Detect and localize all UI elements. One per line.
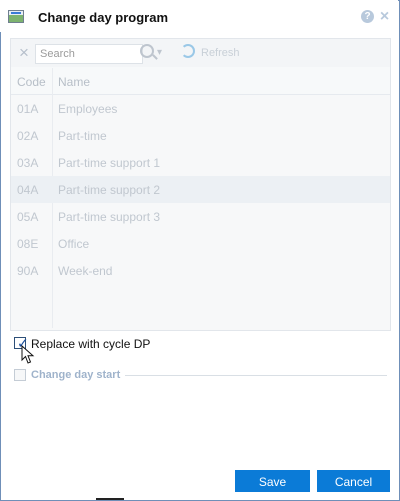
column-name-header[interactable]: Name [58,75,90,89]
table-row[interactable]: 08E Office [11,230,390,257]
row-name: Part-time support 3 [58,210,161,224]
row-name: Part-time support 1 [58,156,161,170]
refresh-button-label[interactable]: Refresh [201,47,240,59]
save-button[interactable]: Save [235,470,310,492]
column-code-header[interactable]: Code [17,75,46,89]
row-code: 02A [17,129,39,143]
table-row-selected[interactable]: 04A Part-time support 2 [11,176,390,203]
row-code: 04A [17,183,39,197]
row-code: 05A [17,210,39,224]
row-code: 01A [17,102,39,116]
dropdown-icon[interactable]: ▾ [157,47,162,58]
help-icon[interactable]: ? [361,10,374,23]
row-name: Week-end [58,264,113,278]
clear-icon[interactable]: × [19,44,29,61]
row-name: Office [58,237,90,251]
table-row[interactable]: 01A Employees [11,95,390,122]
search-icon[interactable] [140,44,154,58]
row-code: 08E [17,237,39,251]
dialog-title: Change day program [38,10,169,25]
row-name: Employees [58,102,118,116]
program-icon [8,10,24,23]
table-row[interactable]: 05A Part-time support 3 [11,203,390,230]
replace-with-cycle-label[interactable]: Replace with cycle DP [31,337,150,351]
change-day-start-label: Change day start [31,369,121,381]
refresh-icon[interactable] [181,44,195,58]
change-day-start-checkbox [14,369,26,381]
bottom-edge-marker [96,498,124,500]
close-icon[interactable]: × [378,9,391,25]
table-row[interactable]: 03A Part-time support 1 [11,149,390,176]
row-code: 03A [17,156,39,170]
row-name: Part-time support 2 [58,183,161,197]
mouse-pointer-icon [21,345,35,364]
table-row[interactable]: 90A Week-end [11,257,390,284]
cancel-button[interactable]: Cancel [317,470,390,492]
table-row[interactable]: 02A Part-time [11,122,390,149]
day-program-grid: × ▾ Refresh Code Name 01A Employees 02A … [10,38,391,331]
row-name: Part-time [58,129,107,143]
title-bar: Change day program ? × [0,0,398,32]
grid-toolbar: × ▾ Refresh [11,39,390,68]
row-code: 90A [17,264,39,278]
section-divider [125,375,387,376]
search-input[interactable] [35,44,143,64]
table-header: Code Name [11,67,390,95]
